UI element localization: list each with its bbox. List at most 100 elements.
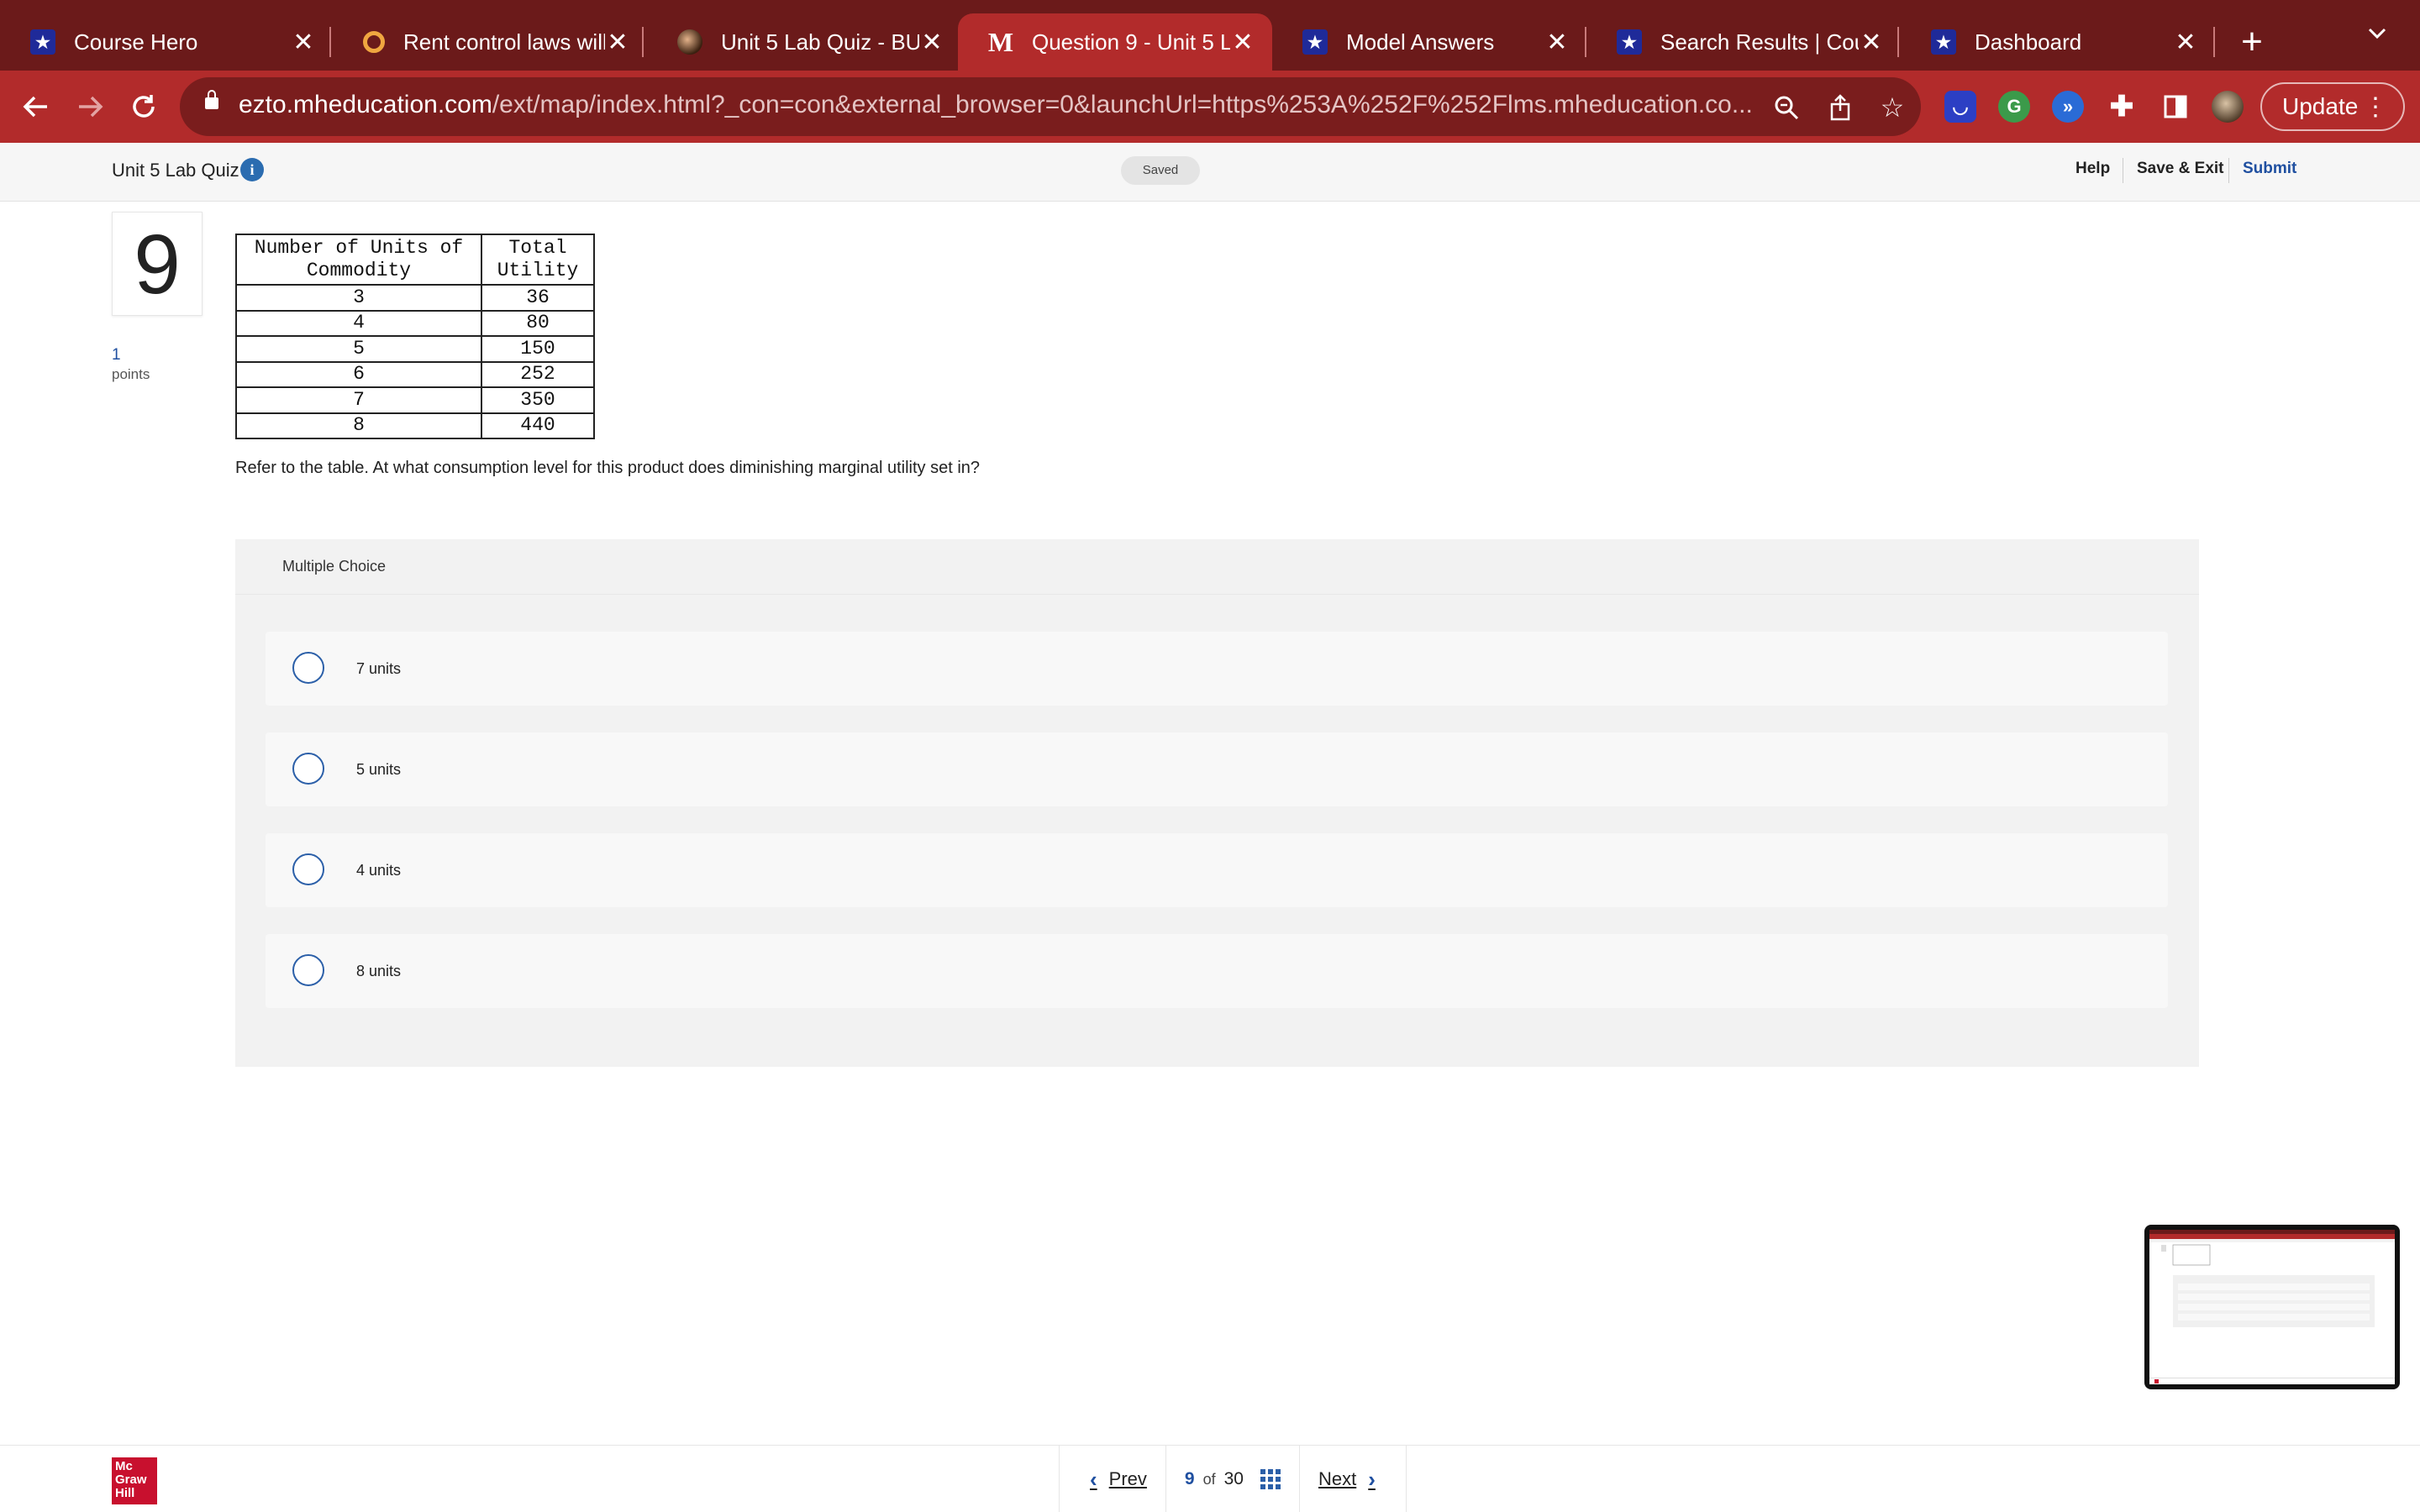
chevron-right-icon: › bbox=[1368, 1466, 1376, 1492]
multiple-choice-panel: Multiple Choice 7 units 5 units 4 units … bbox=[235, 539, 2199, 1067]
close-icon[interactable]: ✕ bbox=[605, 28, 630, 57]
next-button[interactable]: Next › bbox=[1300, 1446, 1406, 1512]
browser-tab-strip: ★ Course Hero ✕ Rent control laws will ✕… bbox=[0, 0, 2420, 71]
question-number: 9 bbox=[112, 212, 203, 316]
tab-title: Model Answers bbox=[1346, 29, 1495, 55]
chevron-left-icon: ‹ bbox=[1090, 1466, 1097, 1492]
star-bookmark-icon: ★ bbox=[1931, 29, 1956, 55]
side-panel-icon[interactable] bbox=[2160, 91, 2191, 123]
save-exit-link[interactable]: Save & Exit bbox=[2137, 160, 2224, 178]
close-icon[interactable]: ✕ bbox=[1544, 28, 1570, 57]
tab-title: Question 9 - Unit 5 L bbox=[1032, 29, 1230, 55]
radio-button[interactable] bbox=[292, 954, 324, 986]
table-row: 8 440 bbox=[235, 412, 595, 439]
prev-label: Prev bbox=[1108, 1468, 1147, 1489]
tab-title: Unit 5 Lab Quiz - BU bbox=[721, 29, 919, 55]
tab-search-results[interactable]: ★ Search Results | Cou ✕ bbox=[1586, 13, 1901, 71]
choice-label: 5 units bbox=[356, 761, 402, 778]
answer-choice-2[interactable]: 5 units bbox=[266, 732, 2168, 806]
question-pager: ‹ Prev 9 of 30 Next › bbox=[1059, 1446, 1407, 1512]
radio-button[interactable] bbox=[292, 853, 324, 885]
utility-cell: 440 bbox=[481, 412, 595, 439]
units-cell: 6 bbox=[235, 360, 482, 388]
update-button[interactable]: Update ⋮ bbox=[2260, 82, 2405, 131]
help-link[interactable]: Help bbox=[2075, 160, 2110, 178]
radio-button[interactable] bbox=[292, 652, 324, 684]
table-row: 3 36 bbox=[235, 284, 595, 312]
choice-label: 8 units bbox=[356, 963, 402, 979]
utility-cell: 252 bbox=[481, 360, 595, 388]
grid-icon[interactable] bbox=[1260, 1469, 1281, 1489]
utility-cell: 150 bbox=[481, 335, 595, 363]
units-cell: 8 bbox=[235, 412, 482, 439]
answer-choice-1[interactable]: 7 units bbox=[266, 632, 2168, 706]
more-vertical-icon[interactable]: ⋮ bbox=[2363, 92, 2388, 122]
share-icon[interactable] bbox=[1823, 91, 1857, 124]
thumbnail-image bbox=[2149, 1230, 2395, 1384]
tab-title: Course Hero bbox=[74, 29, 198, 55]
mcgraw-hill-logo: Mc Graw Hill bbox=[112, 1457, 157, 1504]
star-bookmark-icon: ★ bbox=[1617, 29, 1642, 55]
tab-question-9[interactable]: M Question 9 - Unit 5 L ✕ bbox=[958, 13, 1272, 71]
update-label: Update bbox=[2282, 93, 2359, 119]
zoom-icon[interactable] bbox=[1770, 91, 1803, 124]
units-cell: 5 bbox=[235, 335, 482, 363]
table-row: 4 80 bbox=[235, 309, 595, 337]
column-header-utility: Total Utility bbox=[481, 234, 595, 286]
close-icon[interactable]: ✕ bbox=[291, 28, 316, 57]
address-bar[interactable]: ezto.mheducation.com/ext/map/index.html?… bbox=[180, 77, 1921, 136]
media-extension-icon[interactable]: » bbox=[2052, 91, 2084, 123]
close-icon[interactable]: ✕ bbox=[919, 28, 944, 57]
star-bookmark-icon: ★ bbox=[1302, 29, 1328, 55]
star-bookmark-icon: ★ bbox=[30, 29, 55, 55]
close-icon[interactable]: ✕ bbox=[2173, 28, 2198, 57]
back-arrow-icon[interactable] bbox=[15, 86, 57, 128]
multiple-choice-label: Multiple Choice bbox=[282, 558, 387, 575]
close-icon[interactable]: ✕ bbox=[1859, 28, 1884, 57]
info-icon[interactable]: i bbox=[240, 158, 264, 181]
tab-search-chevron-icon[interactable] bbox=[2366, 22, 2388, 50]
pocket-extension-icon[interactable]: ◡ bbox=[1944, 91, 1976, 123]
new-tab-plus-icon[interactable]: + bbox=[2235, 17, 2269, 67]
radio-button[interactable] bbox=[292, 753, 324, 785]
bookmark-star-icon[interactable]: ☆ bbox=[1876, 91, 1909, 124]
mcgraw-m-icon: M bbox=[987, 26, 1014, 57]
table-row: 5 150 bbox=[235, 335, 595, 363]
screenshot-preview-thumbnail[interactable] bbox=[2144, 1225, 2400, 1389]
tab-title: Search Results | Cou bbox=[1660, 29, 1859, 55]
tab-model-answers[interactable]: ★ Model Answers ✕ bbox=[1272, 13, 1586, 71]
choice-label: 7 units bbox=[356, 660, 402, 677]
question-navigator[interactable]: 9 of 30 bbox=[1165, 1446, 1300, 1512]
tab-course-hero[interactable]: ★ Course Hero ✕ bbox=[0, 13, 333, 71]
utility-cell: 350 bbox=[481, 386, 595, 414]
current-question: 9 bbox=[1184, 1469, 1195, 1488]
tab-unit5-lab-quiz[interactable]: Unit 5 Lab Quiz - BU ✕ bbox=[647, 13, 961, 71]
answer-choice-3[interactable]: 4 units bbox=[266, 833, 2168, 907]
prev-button[interactable]: ‹ Prev bbox=[1060, 1446, 1165, 1512]
units-cell: 3 bbox=[235, 284, 482, 312]
tab-title: Rent control laws will bbox=[403, 29, 605, 55]
multiple-choice-header: Multiple Choice bbox=[235, 539, 2199, 595]
avatar[interactable] bbox=[2212, 91, 2244, 123]
reload-icon[interactable] bbox=[123, 86, 165, 128]
submit-link[interactable]: Submit bbox=[2243, 160, 2296, 178]
lock-icon bbox=[205, 90, 218, 109]
of-label: of bbox=[1202, 1470, 1216, 1488]
forward-arrow-icon[interactable] bbox=[69, 86, 111, 128]
answer-choice-4[interactable]: 8 units bbox=[266, 934, 2168, 1008]
tab-dashboard[interactable]: ★ Dashboard ✕ bbox=[1901, 13, 2215, 71]
table-row: 6 252 bbox=[235, 360, 595, 388]
next-label: Next bbox=[1318, 1468, 1357, 1489]
tab-rent-control[interactable]: Rent control laws will ✕ bbox=[333, 13, 647, 71]
choice-label: 4 units bbox=[356, 862, 402, 879]
units-cell: 7 bbox=[235, 386, 482, 414]
total-questions: 30 bbox=[1223, 1469, 1244, 1488]
url-text: ezto.mheducation.com/ext/map/index.html?… bbox=[239, 91, 1753, 118]
grammar-extension-icon[interactable]: G bbox=[1998, 91, 2030, 123]
extensions-puzzle-icon[interactable]: ✚ bbox=[2106, 91, 2138, 123]
close-icon[interactable]: ✕ bbox=[1230, 28, 1255, 57]
ring-icon bbox=[363, 31, 385, 53]
column-header-units: Number of Units of Commodity bbox=[235, 234, 482, 286]
question-prompt: Refer to the table. At what consumption … bbox=[235, 459, 981, 477]
quiz-footer: Mc Graw Hill ‹ Prev 9 of 30 Next › bbox=[0, 1445, 2420, 1512]
